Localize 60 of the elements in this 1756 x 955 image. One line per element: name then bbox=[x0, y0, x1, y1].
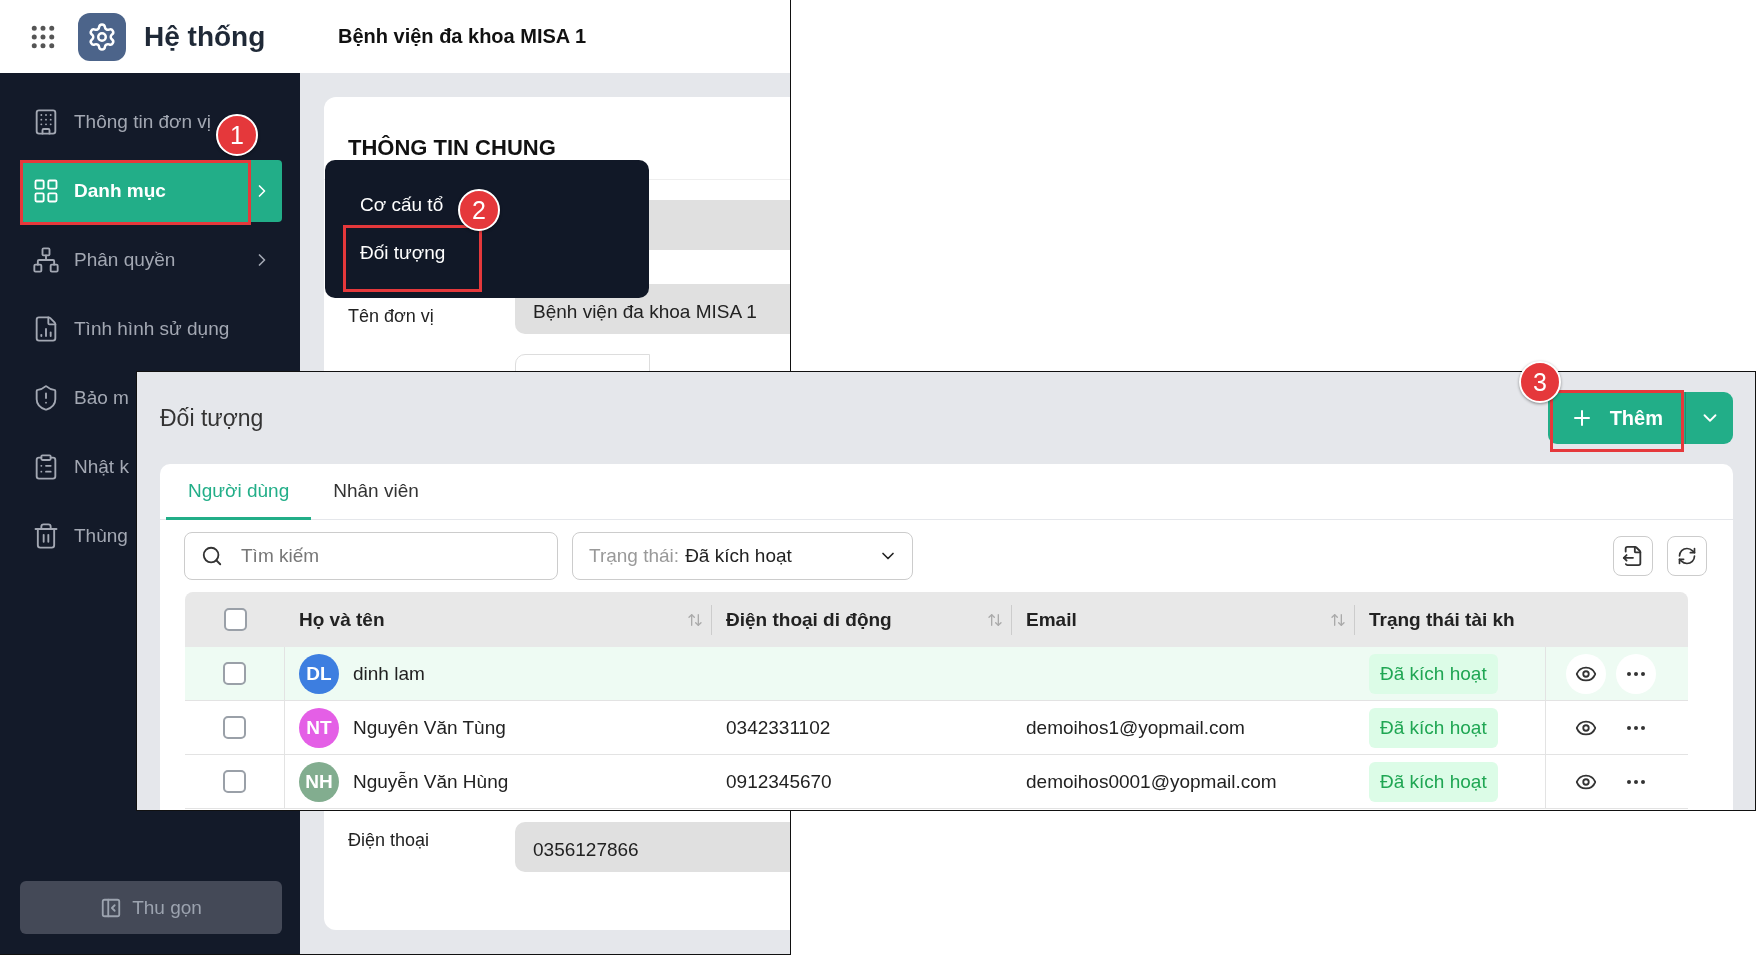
checkbox[interactable] bbox=[223, 662, 246, 685]
column-header: Điện thoại di động bbox=[725, 608, 893, 631]
avatar: NT bbox=[299, 707, 339, 748]
column-header: Email bbox=[1025, 608, 1078, 631]
search-input[interactable]: Tìm kiếm bbox=[239, 544, 557, 568]
table-cell: demoihos0001@yopmail.com bbox=[1026, 770, 1277, 793]
table-cell: 0912345670 bbox=[726, 770, 832, 793]
refresh-button[interactable] bbox=[1667, 536, 1707, 576]
menu-item[interactable]: Đối tượng bbox=[360, 242, 446, 264]
status-tag: Đã kích hoạt bbox=[1369, 707, 1498, 748]
tab[interactable]: Nhân viên bbox=[311, 464, 441, 520]
view-button[interactable] bbox=[1566, 653, 1606, 694]
field-label: Điện thoại bbox=[348, 829, 431, 851]
table-cell: Nguyễn Văn Hùng bbox=[353, 770, 509, 793]
table-cell: Nguyên Văn Tùng bbox=[353, 716, 506, 739]
page-title: Đối tượng bbox=[160, 404, 264, 432]
network-icon bbox=[32, 246, 60, 274]
organization-name: Bệnh viện đa khoa MISA 1 bbox=[338, 25, 587, 48]
sidebar-link[interactable]: Tình hình sử dụng bbox=[74, 318, 230, 340]
input-field[interactable]: 0356127866 bbox=[515, 822, 790, 872]
panel-icon bbox=[100, 896, 123, 919]
search-icon bbox=[201, 545, 223, 567]
more-button[interactable] bbox=[1616, 653, 1656, 694]
table-cell: demoihos1@yopmail.com bbox=[1026, 716, 1245, 739]
more-icon bbox=[1627, 725, 1645, 730]
sidebar-link[interactable]: Thùng bbox=[74, 525, 128, 547]
sidebar-link[interactable]: Nhật k bbox=[74, 456, 129, 478]
export-button[interactable] bbox=[1613, 536, 1653, 576]
menu-item[interactable]: Cơ cấu tổ bbox=[360, 194, 444, 216]
table-row[interactable]: NH Nguyễn Văn Hùng 0912345670 demoihos0001@yopmail.com Đã kích hoạt bbox=[185, 755, 1688, 809]
app-title: Hệ thống bbox=[144, 20, 267, 53]
table-cell: dinh lam bbox=[353, 662, 425, 685]
refresh-icon bbox=[1677, 546, 1697, 566]
step-badge: 3 bbox=[1519, 361, 1561, 403]
grid-icon bbox=[32, 177, 60, 205]
table-row[interactable]: NT Nguyên Văn Tùng 0342331102 demoihos1@yopmail.com Đã kích hoạt bbox=[185, 701, 1688, 755]
trash-icon bbox=[32, 522, 60, 550]
sidebar-link[interactable]: Phân quyền bbox=[74, 249, 176, 271]
search-field[interactable]: Tìm kiếm bbox=[184, 532, 558, 580]
table-row[interactable]: DL dinh lam Đã kích hoạt bbox=[185, 647, 1688, 701]
more-icon bbox=[1627, 779, 1645, 784]
status-filter[interactable]: Trạng thái: Đã kích hoạt bbox=[572, 532, 913, 580]
more-icon bbox=[1627, 671, 1645, 676]
collapse-button[interactable]: Thu gọn bbox=[20, 881, 282, 934]
file-export-icon bbox=[1622, 545, 1644, 567]
checkbox[interactable] bbox=[223, 608, 247, 631]
column-header: Trạng thái tài kh bbox=[1368, 608, 1516, 631]
checkbox[interactable] bbox=[223, 716, 246, 739]
column-header: Họ và tên bbox=[298, 608, 386, 631]
table-cell: 0342331102 bbox=[726, 716, 831, 739]
status-tag: Đã kích hoạt bbox=[1369, 761, 1498, 802]
sidebar-link[interactable]: Bảo m bbox=[74, 387, 129, 409]
app-logo bbox=[78, 12, 126, 61]
sidebar-link[interactable]: Thông tin đơn vị bbox=[74, 111, 212, 133]
avatar: NH bbox=[299, 761, 339, 802]
dropdown-button[interactable] bbox=[1685, 392, 1733, 444]
checkbox[interactable] bbox=[223, 770, 246, 793]
status-tag: Đã kích hoạt bbox=[1369, 653, 1498, 694]
avatar: DL bbox=[299, 653, 339, 694]
field-label: Tên đơn vị bbox=[348, 305, 435, 327]
